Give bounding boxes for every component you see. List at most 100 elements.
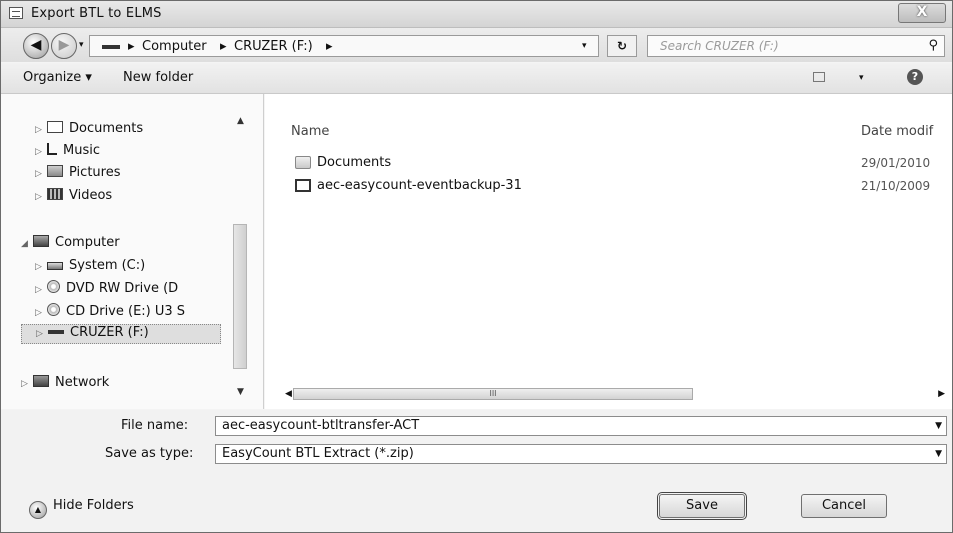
videos-icon xyxy=(47,188,63,200)
tree-item-label: Network xyxy=(55,375,110,390)
computer-icon xyxy=(33,235,49,247)
expand-arrow-icon[interactable]: ▷ xyxy=(35,308,47,318)
scroll-up-icon[interactable]: ▲ xyxy=(237,116,244,126)
search-placeholder: Search CRUZER (F:) xyxy=(660,39,779,53)
tree-item-system-c[interactable]: ▷ System (C:) xyxy=(35,258,145,273)
recent-pages-chevron-icon[interactable]: ▾ xyxy=(79,40,84,50)
documents-icon xyxy=(47,121,63,133)
organize-menu[interactable]: Organize ▾ xyxy=(23,70,92,85)
expand-arrow-icon[interactable]: ▷ xyxy=(21,379,33,389)
file-name: Documents xyxy=(317,155,392,170)
forward-arrow-icon: ▶ xyxy=(58,37,70,53)
file-date: 29/01/2010 xyxy=(861,156,931,170)
close-button[interactable]: X xyxy=(898,3,946,23)
search-input[interactable]: Search CRUZER (F:) ⚲ xyxy=(647,35,945,57)
scroll-left-icon[interactable]: ◀ xyxy=(285,389,292,399)
tree-item-cruzer[interactable]: ▷ CRUZER (F:) xyxy=(21,324,221,344)
nav-pane-scrollbar-thumb[interactable] xyxy=(233,224,247,369)
tree-item-dvd-drive[interactable]: ▷ DVD RW Drive (D xyxy=(35,280,178,296)
chevron-up-icon: ▲ xyxy=(29,501,47,519)
expand-arrow-icon[interactable]: ▷ xyxy=(35,147,47,157)
file-name-dropdown-icon[interactable]: ▼ xyxy=(935,417,942,435)
file-row[interactable]: aec-easycount-eventbackup-31 21/10/2009 xyxy=(295,177,935,197)
tree-item-label: Videos xyxy=(69,188,113,203)
usb-drive-icon xyxy=(102,45,120,49)
scroll-down-icon[interactable]: ▼ xyxy=(237,387,244,397)
export-dialog: Export BTL to ELMS X ◀ ▶ ▾ ▸ Computer ▸ … xyxy=(0,0,953,533)
tree-item-label: Computer xyxy=(55,235,120,250)
back-arrow-icon: ◀ xyxy=(30,37,42,53)
tree-item-network[interactable]: ▷ Network xyxy=(21,375,109,390)
dvd-drive-icon xyxy=(47,280,60,293)
breadcrumb-separator: ▸ xyxy=(326,39,333,54)
expand-arrow-icon[interactable]: ▷ xyxy=(35,125,47,135)
cd-drive-icon xyxy=(47,303,60,316)
column-header-name[interactable]: Name xyxy=(291,124,329,139)
tree-item-cd-drive[interactable]: ▷ CD Drive (E:) U3 S xyxy=(35,303,185,319)
collapse-arrow-icon[interactable]: ◢ xyxy=(21,239,33,249)
new-folder-button[interactable]: New folder xyxy=(123,70,193,85)
search-icon[interactable]: ⚲ xyxy=(928,38,938,53)
scroll-right-icon[interactable]: ▶ xyxy=(938,389,945,399)
dialog-title: Export BTL to ELMS xyxy=(31,6,162,21)
expand-arrow-icon[interactable]: ▷ xyxy=(35,262,47,272)
save-button[interactable]: Save xyxy=(657,492,747,520)
music-icon xyxy=(47,143,57,155)
title-bar: Export BTL to ELMS X xyxy=(1,1,952,28)
tree-item-music[interactable]: ▷ Music xyxy=(35,143,100,158)
view-options-icon[interactable] xyxy=(813,72,825,82)
back-button[interactable]: ◀ xyxy=(23,33,49,59)
tree-item-label: System (C:) xyxy=(69,258,146,273)
usb-drive-icon xyxy=(48,330,64,334)
save-type-label: Save as type: xyxy=(105,446,194,461)
network-icon xyxy=(33,375,49,387)
tree-item-pictures[interactable]: ▷ Pictures xyxy=(35,165,120,180)
tree-item-documents[interactable]: ▷ Documents xyxy=(35,121,143,136)
breadcrumb-separator: ▸ xyxy=(128,39,135,54)
breadcrumb-computer[interactable]: Computer xyxy=(142,39,207,54)
hide-folders-button[interactable]: ▲ Hide Folders xyxy=(29,498,134,519)
expand-arrow-icon[interactable]: ▷ xyxy=(36,329,48,339)
pictures-icon xyxy=(47,165,63,177)
help-icon[interactable]: ? xyxy=(907,69,923,85)
save-type-select[interactable]: EasyCount BTL Extract (*.zip) ▼ xyxy=(215,444,947,464)
tree-item-computer[interactable]: ◢ Computer xyxy=(21,235,120,250)
tree-item-label: CD Drive (E:) U3 S xyxy=(66,304,186,319)
hard-drive-icon xyxy=(47,262,63,270)
app-icon xyxy=(9,7,23,19)
file-name-label: File name: xyxy=(121,418,189,433)
horizontal-scrollbar[interactable]: ◀ III ▶ xyxy=(285,387,945,403)
tree-item-label: Pictures xyxy=(69,165,121,180)
cancel-button[interactable]: Cancel xyxy=(801,494,887,518)
file-list-pane: Name Date modif Documents 29/01/2010 aec… xyxy=(265,94,952,409)
file-name-field[interactable]: aec-easycount-btltransfer-ACT ▼ xyxy=(215,416,947,436)
tree-item-label: Documents xyxy=(69,121,144,136)
address-dropdown-icon[interactable]: ▾ xyxy=(582,41,587,51)
tree-item-label: CRUZER (F:) xyxy=(70,325,149,340)
address-row: ◀ ▶ ▾ ▸ Computer ▸ CRUZER (F:) ▸ ▾ ↻ Sea… xyxy=(1,28,952,62)
breadcrumb-cruzer[interactable]: CRUZER (F:) xyxy=(234,39,313,54)
file-name: aec-easycount-eventbackup-31 xyxy=(317,178,522,193)
save-form: File name: aec-easycount-btltransfer-ACT… xyxy=(1,410,952,532)
tree-item-videos[interactable]: ▷ Videos xyxy=(35,188,112,203)
forward-button[interactable]: ▶ xyxy=(51,33,77,59)
save-type-value: EasyCount BTL Extract (*.zip) xyxy=(222,446,414,461)
expand-arrow-icon[interactable]: ▷ xyxy=(35,192,47,202)
folder-icon xyxy=(295,156,311,169)
horizontal-scrollbar-thumb[interactable]: III xyxy=(293,388,693,400)
address-bar[interactable]: ▸ Computer ▸ CRUZER (F:) ▸ ▾ xyxy=(89,35,599,57)
file-row[interactable]: Documents 29/01/2010 xyxy=(295,154,935,174)
expand-arrow-icon[interactable]: ▷ xyxy=(35,285,47,295)
expand-arrow-icon[interactable]: ▷ xyxy=(35,169,47,179)
tree-item-label: Music xyxy=(63,143,100,158)
file-name-value: aec-easycount-btltransfer-ACT xyxy=(222,418,420,433)
tree-item-label: DVD RW Drive (D xyxy=(66,281,179,296)
command-toolbar: Organize ▾ New folder ▾ ? xyxy=(1,63,952,94)
view-options-chevron-icon[interactable]: ▾ xyxy=(859,73,864,83)
hide-folders-label: Hide Folders xyxy=(53,498,134,513)
column-header-date[interactable]: Date modif xyxy=(861,124,933,139)
navigation-pane: ▷ Documents ▷ Music ▷ Pictures ▷ Videos ◢ Com… xyxy=(1,94,264,409)
file-date: 21/10/2009 xyxy=(861,179,931,193)
save-type-dropdown-icon[interactable]: ▼ xyxy=(935,445,942,463)
refresh-button[interactable]: ↻ xyxy=(607,35,637,57)
